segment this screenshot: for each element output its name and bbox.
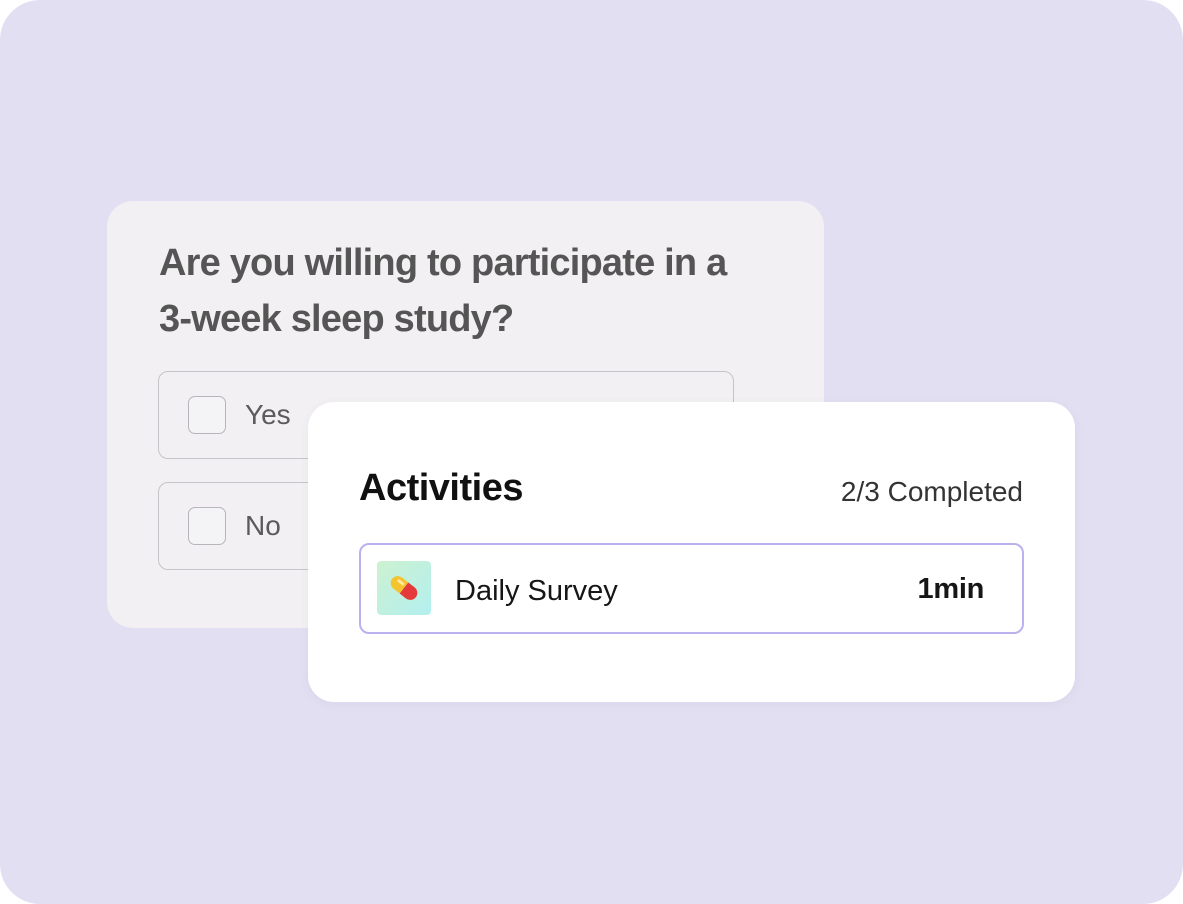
option-yes-label: Yes (245, 399, 291, 430)
activity-name: Daily Survey (455, 575, 618, 607)
activity-item-daily-survey[interactable]: Daily Survey 1min (359, 543, 1024, 634)
activities-title: Activities (359, 467, 523, 509)
survey-question: Are you willing to participate in a 3-we… (159, 242, 727, 340)
pill-icon (390, 576, 418, 600)
completion-status: 2/3 Completed (840, 476, 1023, 507)
yes-checkbox[interactable] (188, 396, 226, 434)
activities-card: Activities 2/3 Completed Daily Survey 1m… (308, 402, 1075, 702)
option-no-label: No (245, 510, 281, 541)
page-background: Are you willing to participate in a 3-we… (0, 0, 1183, 904)
activity-duration: 1min (917, 573, 985, 605)
no-checkbox[interactable] (188, 507, 226, 545)
activity-icon (377, 561, 431, 615)
